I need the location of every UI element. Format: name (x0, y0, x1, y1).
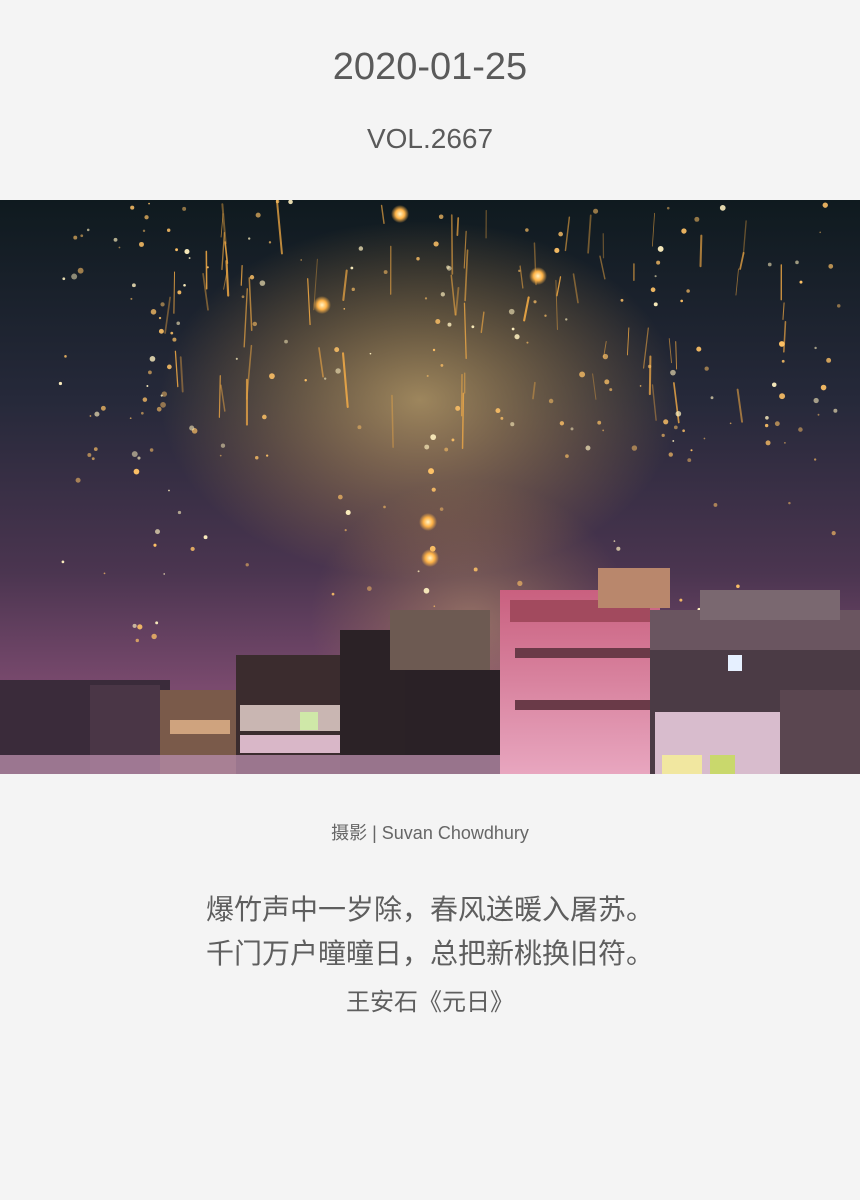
poem-text: 爆竹声中一岁除，春风送暖入屠苏。 千门万户曈曈日，总把新桃换旧符。 (0, 888, 860, 976)
photo-credit: 摄影 | Suvan Chowdhury (331, 823, 529, 843)
daily-card: 2020-01-25 VOL.2667 摄影 | Suvan Chowdhury… (0, 0, 860, 1200)
poem-author: 王安石《元日》 (346, 988, 514, 1016)
fireworks-photo (0, 200, 860, 774)
issue-date: 2020-01-25 (332, 46, 528, 88)
poem-line: 爆竹声中一岁除，春风送暖入屠苏。 (205, 893, 654, 926)
issue-volume: VOL.2667 (366, 123, 494, 154)
poem-line: 千门万户曈曈日，总把新桃换旧符。 (205, 937, 654, 970)
